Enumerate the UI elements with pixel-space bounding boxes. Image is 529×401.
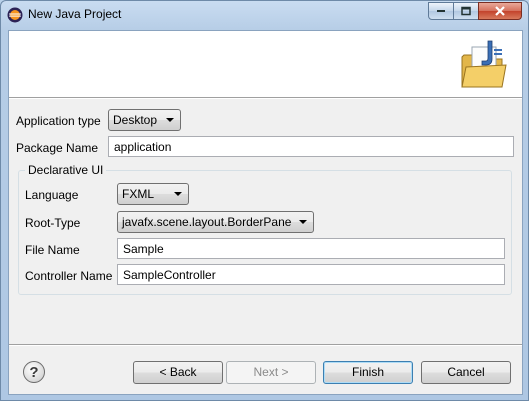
chevron-down-icon <box>174 192 182 196</box>
window-title: New Java Project <box>28 7 122 21</box>
package-name-label: Package Name <box>16 141 99 155</box>
package-name-input[interactable]: application <box>108 136 514 157</box>
language-select[interactable]: FXML <box>117 183 189 205</box>
root-type-label: Root-Type <box>25 216 81 230</box>
chevron-down-icon <box>166 118 174 122</box>
window-controls <box>428 2 522 20</box>
back-button[interactable]: < Back <box>133 361 223 384</box>
dialog-window: New Java Project Application type Deskto… <box>0 0 529 401</box>
minimize-icon <box>437 10 445 12</box>
declarative-ui-title: Declarative UI <box>25 163 107 177</box>
next-button[interactable]: Next > <box>226 361 316 384</box>
wizard-banner <box>9 31 522 98</box>
help-icon: ? <box>29 364 39 381</box>
root-type-select[interactable]: javafx.scene.layout.BorderPane <box>117 211 314 233</box>
application-type-value: Desktop <box>113 113 158 127</box>
controller-name-value: SampleController <box>123 268 216 282</box>
language-label: Language <box>25 188 79 202</box>
maximize-button[interactable] <box>453 2 479 20</box>
file-name-input[interactable]: Sample <box>117 238 505 259</box>
cancel-button[interactable]: Cancel <box>421 361 511 384</box>
language-value: FXML <box>122 187 155 201</box>
file-name-value: Sample <box>123 242 164 256</box>
file-name-label: File Name <box>25 243 80 257</box>
title-bar[interactable]: New Java Project <box>1 1 528 29</box>
finish-button[interactable]: Finish <box>323 361 413 384</box>
close-button[interactable] <box>478 2 522 20</box>
button-bar-separator <box>9 344 522 346</box>
chevron-down-icon <box>299 220 307 224</box>
root-type-value: javafx.scene.layout.BorderPane <box>122 215 292 229</box>
banner-separator <box>9 98 522 99</box>
application-type-select[interactable]: Desktop <box>108 109 181 131</box>
maximize-icon <box>461 6 471 16</box>
help-button[interactable]: ? <box>23 361 45 383</box>
package-name-value: application <box>114 140 172 154</box>
minimize-button[interactable] <box>428 2 454 20</box>
close-icon <box>495 6 505 16</box>
controller-name-input[interactable]: SampleController <box>117 264 505 285</box>
eclipse-icon <box>7 7 23 23</box>
dialog-client-area: Application type Desktop Package Name ap… <box>8 30 523 395</box>
controller-name-label: Controller Name <box>25 269 113 283</box>
java-project-folder-icon <box>458 37 508 91</box>
application-type-label: Application type <box>16 114 101 128</box>
